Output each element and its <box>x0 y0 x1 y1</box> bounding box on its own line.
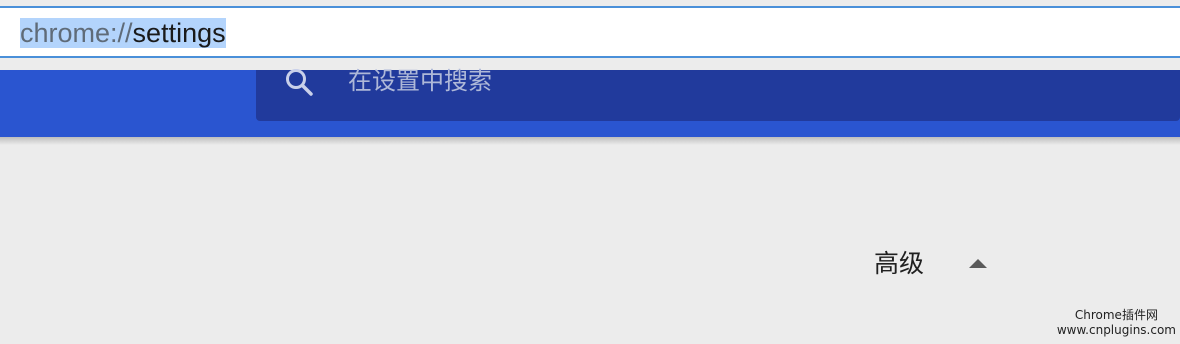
address-path: settings <box>132 18 226 48</box>
watermark-title: Chrome插件网 <box>1074 308 1158 322</box>
watermark: Chrome插件网 www.cnplugins.com <box>1057 308 1176 338</box>
triangle-up-icon <box>969 259 987 268</box>
header-shadow <box>0 137 1180 145</box>
watermark-url: www.cnplugins.com <box>1056 323 1176 337</box>
address-scheme: chrome:// <box>20 18 133 48</box>
advanced-label: 高级 <box>874 250 925 278</box>
address-text[interactable]: chrome://settings <box>20 18 226 48</box>
search-icon[interactable] <box>283 66 317 100</box>
advanced-toggle[interactable]: 高级 <box>860 240 1000 288</box>
address-bar[interactable]: chrome://settings <box>0 6 1180 58</box>
search-placeholder[interactable]: 在设置中搜索 <box>348 66 492 98</box>
